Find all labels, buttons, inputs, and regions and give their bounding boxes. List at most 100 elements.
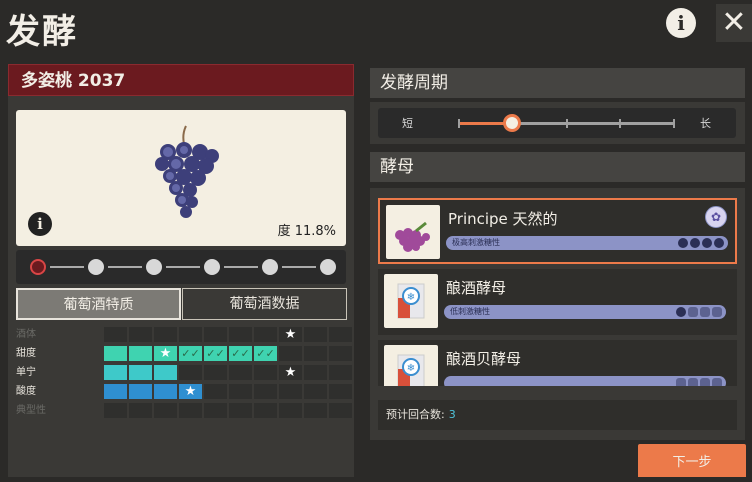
rating-pips [674, 307, 722, 326]
star-icon: ★ [284, 365, 297, 380]
attribute-label: 酒体 [16, 329, 36, 340]
attribute-cell [204, 384, 227, 399]
yeast-tag: 低刺激糖性 [450, 307, 490, 316]
vintage-track[interactable] [16, 250, 346, 284]
attribute-cell [329, 403, 352, 418]
attribute-cell [329, 327, 352, 342]
attribute-row: 酒体 ★ [16, 326, 352, 343]
tab-wine-traits[interactable]: 葡萄酒特质 [16, 288, 181, 320]
attribute-cell: ✓✓ [204, 346, 227, 361]
track-line [50, 266, 84, 268]
rating-pip [688, 378, 698, 386]
attribute-cell: ✓✓ [179, 346, 202, 361]
yeast-name: 酿酒贝酵母 [446, 350, 522, 368]
slider-knob[interactable] [502, 114, 521, 132]
attribute-cell [129, 346, 152, 361]
track-dot[interactable] [30, 259, 46, 275]
track-dot[interactable] [146, 259, 162, 275]
yeast-list[interactable]: Principe 天然的 ✿ 极高刺激糖性 ❄ 酿酒酵母 低刺激糖性 ❄ 酿酒贝酵母 [378, 198, 737, 386]
track-line [108, 266, 142, 268]
attribute-cell [104, 327, 127, 342]
attribute-cell [104, 384, 127, 399]
attribute-cells: ★ ✓✓ ✓✓ ✓✓ ✓✓ [104, 346, 354, 361]
attribute-cell [204, 365, 227, 380]
yeast-item[interactable]: ❄ 酿酒贝酵母 [378, 340, 737, 386]
attribute-cell: ★ [279, 327, 302, 342]
attribute-row: 典型性 [16, 402, 352, 419]
attribute-row: 酸度 ★ [16, 383, 352, 400]
attribute-cell [329, 384, 352, 399]
attribute-cell [254, 384, 277, 399]
attribute-cell: ★ [154, 346, 177, 361]
attribute-row: 甜度 ★ ✓✓ ✓✓ ✓✓ ✓✓ [16, 345, 352, 362]
grape-cluster-icon [386, 205, 440, 259]
yeast-trait-bar: 低刺激糖性 [444, 305, 726, 319]
fermentation-slider-box: 短 长 [370, 102, 745, 144]
yeast-panel: Principe 天然的 ✿ 极高刺激糖性 ❄ 酿酒酵母 低刺激糖性 ❄ 酿酒贝酵母 预计回合… [370, 188, 745, 440]
track-dot[interactable] [88, 259, 104, 275]
attribute-cells: ★ [104, 384, 354, 399]
rating-pip [700, 307, 710, 317]
attribute-cell [179, 403, 202, 418]
estimate-label: 预计回合数: [386, 408, 445, 421]
track-dot[interactable] [204, 259, 220, 275]
rating-pip [712, 378, 722, 386]
rating-pip [688, 307, 698, 317]
yeast-flask-icon: ❄ [384, 274, 438, 328]
long-label: 长 [700, 117, 711, 130]
track-dot[interactable] [320, 259, 336, 275]
track-line [282, 266, 316, 268]
short-label: 短 [402, 117, 413, 130]
attribute-cell [204, 327, 227, 342]
rating-pips [676, 238, 724, 257]
slider-tick [458, 119, 460, 128]
track-dot[interactable] [262, 259, 278, 275]
attribute-cell [229, 384, 252, 399]
attribute-cell: ★ [279, 365, 302, 380]
fermentation-header: 发酵周期 [370, 68, 745, 98]
yeast-trait-bar [444, 376, 726, 386]
info-icon[interactable]: i [666, 8, 696, 38]
grape-info-icon[interactable]: i [28, 212, 52, 236]
fermentation-slider[interactable]: 短 长 [378, 108, 736, 138]
page-title: 发酵 [6, 12, 78, 52]
yeast-tag: 极高刺激糖性 [452, 238, 500, 247]
yeast-item[interactable]: ❄ 酿酒酵母 低刺激糖性 [378, 269, 737, 335]
close-icon[interactable]: ✕ [716, 4, 752, 42]
attribute-cell [104, 365, 127, 380]
attribute-cell [229, 403, 252, 418]
attribute-cell [129, 403, 152, 418]
attribute-cell [154, 403, 177, 418]
attribute-cell [329, 365, 352, 380]
attribute-cell [104, 403, 127, 418]
attribute-cell [279, 384, 302, 399]
attribute-row: 单宁 ★ [16, 364, 352, 381]
attribute-label: 单宁 [16, 367, 36, 378]
attribute-cell [304, 403, 327, 418]
slider-tick [673, 119, 675, 128]
attribute-cell [279, 403, 302, 418]
next-button[interactable]: 下一步 [638, 444, 746, 477]
attribute-cell [104, 346, 127, 361]
attribute-cell [154, 365, 177, 380]
estimate-value: 3 [448, 408, 456, 421]
slider-tick [619, 119, 622, 128]
attribute-cell [304, 384, 327, 399]
rating-pip [676, 378, 686, 386]
yeast-item[interactable]: Principe 天然的 ✿ 极高刺激糖性 [378, 198, 737, 264]
star-icon: ★ [284, 327, 297, 342]
tab-wine-data[interactable]: 葡萄酒数据 [182, 288, 347, 320]
track-line [166, 266, 200, 268]
slider-tick [565, 119, 568, 128]
attribute-cell [154, 384, 177, 399]
star-icon: ★ [184, 384, 197, 399]
alcohol-degree: 度 11.8% [277, 224, 336, 239]
attribute-label: 甜度 [16, 348, 36, 359]
rating-pip [700, 378, 710, 386]
attribute-cell: ★ [179, 384, 202, 399]
grape-card: i 度 11.8% [16, 110, 346, 246]
yeast-name: Principe 天然的 [448, 210, 558, 228]
attribute-cell [329, 346, 352, 361]
svg-text:❄: ❄ [407, 292, 415, 303]
attribute-cell [304, 346, 327, 361]
